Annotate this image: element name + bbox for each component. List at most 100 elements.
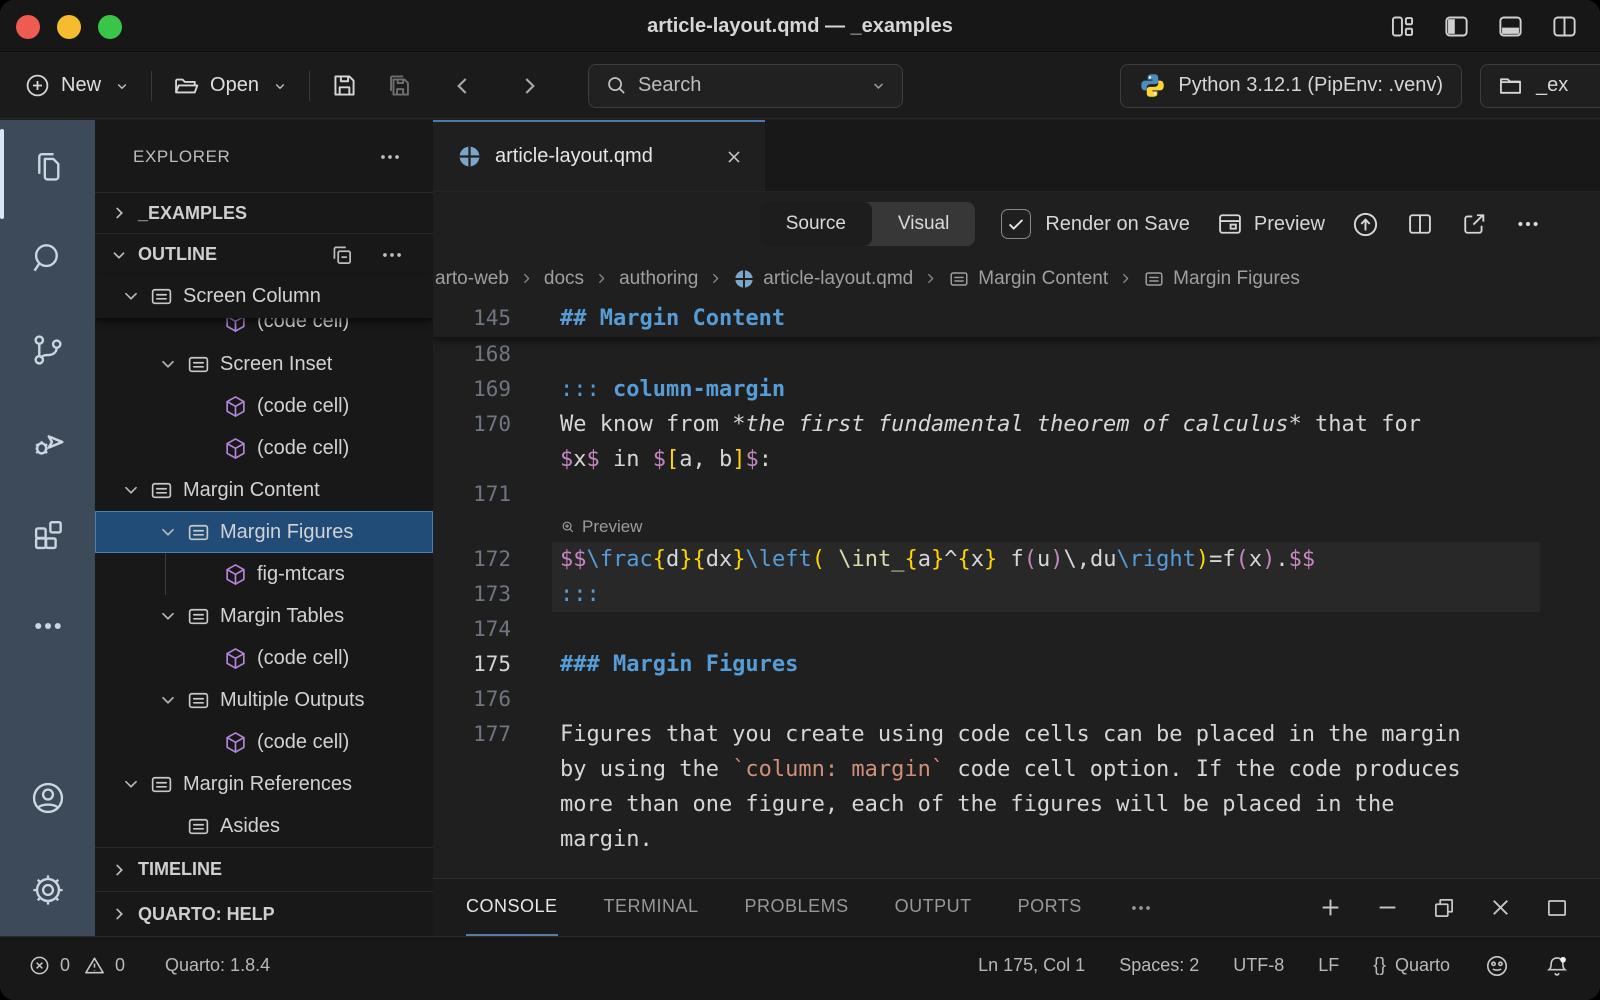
new-button[interactable]: New	[24, 72, 131, 99]
explorer-more-icon[interactable]	[377, 144, 403, 170]
maximize-panel-icon[interactable]	[1544, 895, 1570, 921]
more-views-icon[interactable]	[0, 580, 95, 672]
cursor-position-status[interactable]: Ln 175, Col 1	[978, 955, 1085, 976]
outline-item-multiple-outputs[interactable]: Multiple Outputs	[95, 679, 433, 721]
toggle-right-panel-icon[interactable]	[1551, 13, 1578, 40]
back-icon[interactable]	[450, 73, 476, 99]
chevron-down-icon[interactable]	[155, 353, 181, 375]
outline-item-screen-inset[interactable]: Screen Inset	[95, 343, 433, 385]
close-panel-icon[interactable]	[1487, 894, 1514, 921]
open-in-new-window-icon[interactable]	[1460, 210, 1488, 238]
notifications-bell-icon[interactable]	[1544, 953, 1570, 979]
mode-visual-button[interactable]: Visual	[872, 202, 975, 246]
codelens-preview-link[interactable]: Preview	[582, 512, 642, 542]
chevron-down-icon[interactable]	[118, 285, 144, 307]
code-line-174[interactable]: 174	[433, 612, 1600, 647]
breadcrumb-margin-figures[interactable]: Margin Figures	[1143, 268, 1300, 290]
code-line-171[interactable]: 171	[433, 477, 1600, 512]
outline-item-screen-column[interactable]: Screen Column	[95, 275, 433, 318]
outline-item-margin-content[interactable]: Margin Content	[95, 469, 433, 511]
outline-item-margin-figures[interactable]: Margin Figures	[95, 511, 433, 553]
code-line-176[interactable]: 176	[433, 682, 1600, 717]
encoding-status[interactable]: UTF-8	[1233, 955, 1284, 976]
chevron-down-icon[interactable]	[155, 689, 181, 711]
section-outline[interactable]: OUTLINE	[95, 233, 433, 275]
code-line-177[interactable]: 177Figures that you create using code ce…	[433, 717, 1600, 752]
indentation-status[interactable]: Spaces: 2	[1119, 955, 1199, 976]
interpreter-selector[interactable]: Python 3.12.1 (PipEnv: .venv)	[1120, 64, 1462, 108]
panel-tab-console[interactable]: CONSOLE	[466, 879, 558, 936]
panel-tab-problems[interactable]: PROBLEMS	[745, 879, 849, 936]
search-box[interactable]	[588, 64, 903, 108]
render-on-save-toggle[interactable]: Render on Save	[1001, 209, 1190, 239]
open-button[interactable]: Open	[172, 72, 289, 100]
code-line-wrap[interactable]: more than one figure, each of the figure…	[433, 787, 1600, 822]
outline-more-icon[interactable]	[379, 242, 405, 268]
code-line-145[interactable]: 145## Margin Content	[433, 301, 1600, 337]
quarto-version-status[interactable]: Quarto: 1.8.4	[165, 955, 270, 976]
outline-item-margin-references[interactable]: Margin References	[95, 763, 433, 805]
breadcrumb-arto-web[interactable]: arto-web	[435, 268, 509, 290]
code-line-wrap[interactable]: by using the `column: margin` code cell …	[433, 752, 1600, 787]
outline-item-margin-tables[interactable]: Margin Tables	[95, 595, 433, 637]
workspace-button[interactable]: _ex	[1480, 64, 1600, 108]
code-line-172[interactable]: 172$$\frac{d}{dx}\left( \int_{a}^{x} f(u…	[433, 542, 1600, 577]
breadcrumb-article-layout-qmd[interactable]: article-layout.qmd	[733, 268, 913, 290]
eol-status[interactable]: LF	[1318, 955, 1339, 976]
code-line-175[interactable]: 175### Margin Figures	[433, 647, 1600, 682]
breadcrumb-margin-content[interactable]: Margin Content	[948, 268, 1108, 290]
extensions-icon[interactable]	[0, 488, 95, 580]
language-mode-status[interactable]: {} Quarto	[1373, 955, 1450, 977]
run-debug-icon[interactable]	[0, 396, 95, 488]
publish-icon[interactable]	[1351, 210, 1380, 239]
section-examples[interactable]: _EXAMPLES	[95, 192, 433, 234]
chevron-down-icon[interactable]	[869, 76, 888, 95]
outline-item-code-cell[interactable]: (code cell)	[95, 385, 433, 427]
feedback-smiley-icon[interactable]	[1484, 953, 1510, 979]
chevron-down-icon[interactable]	[118, 479, 144, 501]
forward-icon[interactable]	[516, 73, 542, 99]
close-tab-icon[interactable]	[723, 146, 745, 168]
breadcrumb-docs[interactable]: docs	[544, 268, 584, 290]
restore-panel-icon[interactable]	[1431, 895, 1457, 921]
tab-article-layout[interactable]: article-layout.qmd	[433, 120, 765, 191]
new-console-icon[interactable]	[1317, 894, 1344, 921]
code-line-wrap[interactable]: $x$ in $[a, b]$:	[433, 442, 1600, 477]
code-editor[interactable]: 145## Margin Content168169::: column-mar…	[433, 301, 1600, 878]
explorer-icon[interactable]	[0, 120, 95, 212]
code-line-wrap[interactable]: margin.	[433, 822, 1600, 857]
outline-item-code-cell[interactable]: (code cell)	[95, 637, 433, 679]
outline-item-code-cell[interactable]: (code cell)	[95, 318, 433, 343]
code-line-170[interactable]: 170We know from *the first fundamental t…	[433, 407, 1600, 442]
panel-tab-ports[interactable]: PORTS	[1018, 879, 1082, 936]
chevron-down-icon[interactable]	[155, 521, 181, 543]
panel-tab-terminal[interactable]: TERMINAL	[604, 879, 699, 936]
source-control-icon[interactable]	[0, 304, 95, 396]
section-quarto-help[interactable]: QUARTO: HELP	[95, 891, 433, 936]
problems-status[interactable]: 0 0	[28, 954, 125, 977]
panel-tab-output[interactable]: OUTPUT	[895, 879, 972, 936]
save-all-icon[interactable]	[385, 71, 414, 100]
code-line-169[interactable]: 169::: column-margin	[433, 372, 1600, 407]
outline-item-code-cell[interactable]: (code cell)	[95, 721, 433, 763]
settings-gear-icon[interactable]	[0, 844, 95, 936]
search-view-icon[interactable]	[0, 212, 95, 304]
account-icon[interactable]	[0, 752, 95, 844]
split-editor-icon[interactable]	[1406, 210, 1434, 238]
section-timeline[interactable]: TIMELINE	[95, 847, 433, 891]
outline-item-asides[interactable]: Asides	[95, 805, 433, 847]
save-icon[interactable]	[330, 71, 359, 100]
outline-item-code-cell[interactable]: (code cell)	[95, 427, 433, 469]
toggle-bottom-panel-icon[interactable]	[1497, 13, 1524, 40]
customize-layout-icon[interactable]	[1389, 13, 1416, 40]
toggle-left-panel-icon[interactable]	[1443, 13, 1470, 40]
mode-source-button[interactable]: Source	[760, 202, 872, 246]
search-input[interactable]	[638, 74, 859, 97]
chevron-down-icon[interactable]	[155, 605, 181, 627]
panel-more-icon[interactable]	[1128, 879, 1154, 936]
outline-item-fig-mtcars[interactable]: fig-mtcars	[95, 553, 433, 595]
preview-button[interactable]: Preview	[1216, 210, 1325, 238]
code-line-168[interactable]: 168	[433, 337, 1600, 372]
chevron-down-icon[interactable]	[118, 773, 144, 795]
minimize-panel-icon[interactable]	[1374, 894, 1401, 921]
